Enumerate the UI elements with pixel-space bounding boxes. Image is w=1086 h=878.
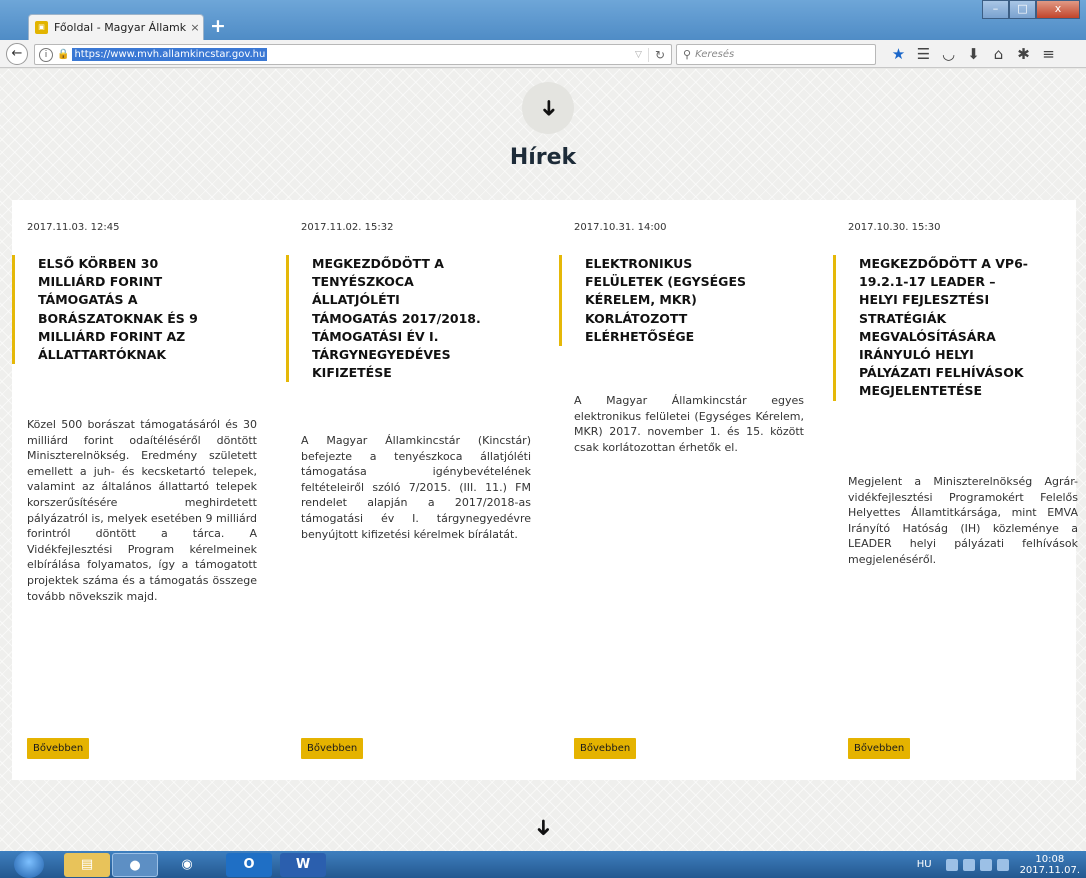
browser-titlebar: ▣ Főoldal - Magyar Államkincst × + – □ x — [0, 0, 1086, 40]
pocket-icon[interactable]: ◡ — [936, 44, 961, 64]
bookmark-star-icon[interactable]: ★ — [886, 44, 911, 64]
file-explorer-icon[interactable]: ▤ — [64, 853, 110, 877]
word-icon[interactable]: W — [280, 853, 326, 877]
address-bar[interactable]: i 🔒 https://www.mvh.allamkincstar.gov.hu… — [34, 44, 672, 65]
news-card: 2017.10.30. 15:30 MEGKEZDŐDÖTT A VP6-19.… — [833, 200, 1078, 780]
site-favicon-icon: ▣ — [35, 21, 48, 34]
tray-flag-icon[interactable] — [979, 858, 992, 871]
window-controls: – □ x — [982, 0, 1080, 19]
news-title[interactable]: MEGKEZDŐDÖTT A TENYÉSZKOCA ÁLLATJÓLÉTI T… — [286, 255, 486, 383]
tray-volume-icon[interactable] — [996, 858, 1009, 871]
tab-close-icon[interactable]: × — [187, 21, 203, 34]
section-title: Hírek — [509, 145, 577, 170]
more-button[interactable]: Bővebben — [301, 738, 364, 759]
language-indicator[interactable]: HU — [917, 859, 932, 870]
start-button[interactable] — [14, 851, 44, 878]
news-panel: 2017.11.03. 12:45 ELSŐ KÖRBEN 30 MILLIÁR… — [12, 200, 1078, 780]
url-text[interactable]: https://www.mvh.allamkincstar.gov.hu — [72, 48, 268, 61]
reading-list-icon[interactable]: ☰ — [911, 44, 936, 64]
search-placeholder: Keresés — [695, 49, 735, 60]
tab-title: Főoldal - Magyar Államkincst — [54, 21, 187, 34]
news-title[interactable]: ELEKTRONIKUS FELÜLETEK (EGYSÉGES KÉRELEM… — [559, 255, 759, 347]
browser-toolbar: ★ ☰ ◡ ⬇ ⌂ ✱ ≡ — [886, 44, 1061, 64]
new-tab-button[interactable]: + — [207, 16, 229, 38]
minimize-button[interactable]: – — [982, 0, 1009, 19]
news-body: A Magyar Államkincstár (Kincstár) befeje… — [301, 434, 531, 541]
web-page: ➜ Hírek 2017.11.03. 12:45 ELSŐ KÖRBEN 30… — [0, 69, 1086, 851]
news-body: A Magyar Államkincstár egyes elektroniku… — [574, 394, 804, 454]
clock-time: 10:08 — [1035, 853, 1065, 865]
news-body: Közel 500 borászat támogatásáról és 30 m… — [27, 418, 257, 603]
info-icon[interactable]: i — [39, 47, 53, 62]
back-button[interactable]: ← — [6, 43, 28, 65]
menu-icon[interactable]: ≡ — [1036, 44, 1061, 64]
tray-network-icon[interactable] — [945, 858, 958, 871]
scroll-down-arrow-icon[interactable]: ➜ — [522, 82, 574, 134]
clock[interactable]: 10:08 2017.11.07. — [1020, 854, 1080, 876]
dropdown-arrow-icon[interactable]: ▽ — [629, 50, 648, 60]
search-icon: ⚲ — [683, 48, 692, 61]
browser-navbar: ← i 🔒 https://www.mvh.allamkincstar.gov.… — [0, 40, 1086, 68]
maximize-button[interactable]: □ — [1009, 0, 1036, 19]
more-button[interactable]: Bővebben — [574, 738, 637, 759]
lock-icon: 🔒 — [57, 49, 70, 60]
browser-tab[interactable]: ▣ Főoldal - Magyar Államkincst × — [28, 14, 204, 40]
home-icon[interactable]: ⌂ — [986, 44, 1011, 64]
news-date: 2017.10.31. 14:00 — [574, 222, 667, 233]
news-card: 2017.10.31. 14:00 ELEKTRONIKUS FELÜLETEK… — [559, 200, 804, 780]
clock-date: 2017.11.07. — [1019, 864, 1080, 876]
news-date: 2017.11.02. 15:32 — [301, 222, 394, 233]
close-window-button[interactable]: x — [1036, 0, 1080, 19]
tray-app-icon[interactable] — [962, 858, 975, 871]
scroll-down-arrow-icon[interactable]: ➜ — [0, 815, 1086, 840]
news-body: Megjelent a Miniszterelnökség Agrár-vidé… — [848, 475, 1078, 566]
system-tray: HU 10:08 2017.11.07. — [917, 851, 1080, 878]
news-title[interactable]: ELSŐ KÖRBEN 30 MILLIÁRD FORINT TÁMOGATÁS… — [12, 255, 212, 365]
outlook-icon[interactable]: O — [226, 853, 272, 877]
reload-icon[interactable]: ↻ — [647, 47, 671, 62]
taskbar: ▤ ● ◉ O W HU 10:08 2017.11.07. — [0, 851, 1086, 878]
news-card: 2017.11.03. 12:45 ELSŐ KÖRBEN 30 MILLIÁR… — [12, 200, 257, 780]
more-button[interactable]: Bővebben — [27, 738, 90, 759]
news-title[interactable]: MEGKEZDŐDÖTT A VP6-19.2.1-17 LEADER – HE… — [833, 255, 1033, 401]
chrome-icon[interactable]: ◉ — [164, 853, 210, 877]
extension-icon[interactable]: ✱ — [1011, 44, 1036, 64]
download-icon[interactable]: ⬇ — [961, 44, 986, 64]
news-date: 2017.11.03. 12:45 — [27, 222, 120, 233]
firefox-icon[interactable]: ● — [112, 853, 158, 877]
news-card: 2017.11.02. 15:32 MEGKEZDŐDÖTT A TENYÉSZ… — [286, 200, 531, 780]
search-input[interactable]: ⚲ Keresés — [676, 44, 876, 65]
news-date: 2017.10.30. 15:30 — [848, 222, 941, 233]
more-button[interactable]: Bővebben — [848, 738, 911, 759]
